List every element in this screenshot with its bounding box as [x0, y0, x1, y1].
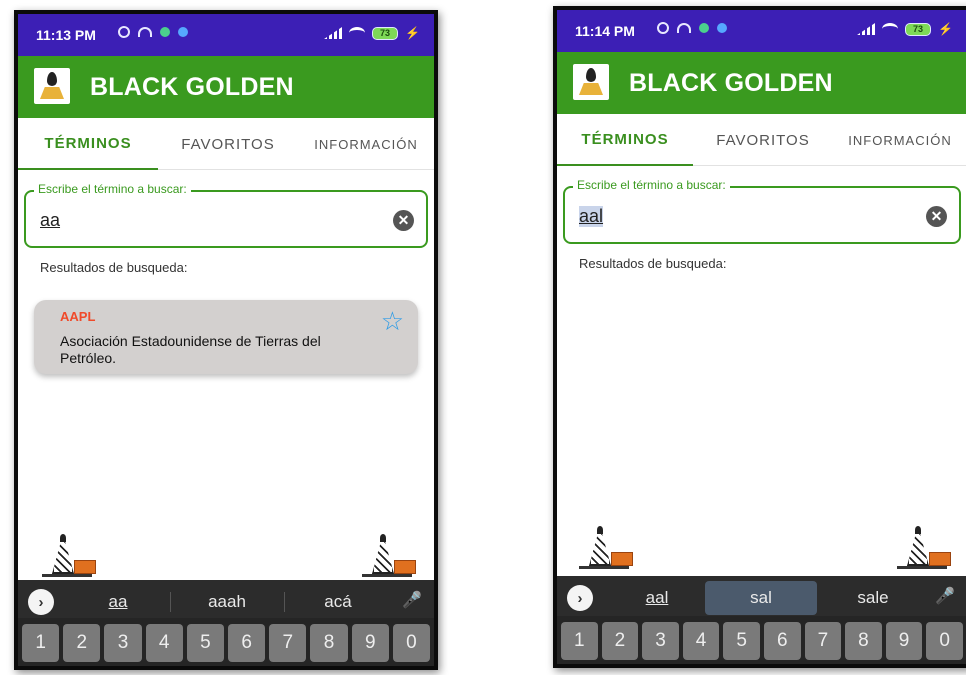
status-time: 11:13 PM: [36, 27, 96, 43]
key[interactable]: 8: [310, 624, 348, 662]
key[interactable]: 3: [104, 624, 142, 662]
result-term: AAPL: [60, 309, 96, 324]
status-time: 11:14 PM: [575, 23, 635, 39]
tab-bar: TÉRMINOS FAVORITOS INFORMACIÓN: [18, 118, 434, 170]
battery-icon: 73: [372, 26, 399, 40]
search-label: Escribe el término a buscar:: [573, 178, 730, 192]
status-bar: 11:14 PM 73 ⚡: [557, 10, 966, 52]
oil-rig-icon: [38, 534, 98, 578]
status-icons: [118, 26, 188, 38]
key[interactable]: 2: [601, 622, 639, 660]
tab-terminos[interactable]: TÉRMINOS: [557, 114, 693, 166]
tab-favoritos[interactable]: FAVORITOS: [693, 114, 833, 166]
keyboard-number-row: 1 2 3 4 5 6 7 8 9 0: [557, 616, 966, 664]
app-notification-icon: [160, 27, 170, 37]
key[interactable]: 3: [642, 622, 679, 660]
key[interactable]: 4: [145, 624, 183, 662]
tab-favoritos[interactable]: FAVORITOS: [158, 118, 298, 170]
app-notification-icon: [717, 23, 727, 33]
search-input[interactable]: aal: [579, 206, 604, 227]
key[interactable]: 1: [561, 622, 598, 660]
key[interactable]: 5: [186, 624, 225, 662]
suggestion-item[interactable]: sale: [821, 576, 925, 620]
key[interactable]: 2: [63, 624, 101, 662]
status-right: 73 ⚡: [857, 22, 953, 36]
phone-screen-left: 11:13 PM 73 ⚡ BLACK GOLDEN TÉRMINOS FAVO…: [14, 10, 438, 670]
tab-informacion[interactable]: INFORMACIÓN: [833, 114, 966, 166]
battery-icon: 73: [905, 22, 932, 36]
key[interactable]: 7: [804, 622, 842, 660]
divider: [170, 592, 171, 612]
key[interactable]: 9: [885, 622, 923, 660]
app-title: BLACK GOLDEN: [629, 69, 833, 97]
microphone-icon[interactable]: 🎤: [402, 590, 422, 610]
status-icons: [657, 22, 727, 34]
status-right: 73 ⚡: [324, 26, 420, 40]
chevron-right-icon[interactable]: ›: [28, 589, 54, 615]
oil-rig-icon: [575, 526, 635, 570]
result-card[interactable]: AAPL Asociación Estadounidense de Tierra…: [34, 300, 418, 374]
chevron-right-icon[interactable]: ›: [567, 585, 593, 611]
phone-screen-right: 11:14 PM 73 ⚡ BLACK GOLDEN TÉRMINOS FAVO…: [553, 6, 966, 668]
search-label: Escribe el término a buscar:: [34, 182, 191, 196]
clear-icon[interactable]: ✕: [926, 206, 947, 227]
oil-gold-logo-icon: [34, 68, 70, 104]
keyboard-suggestion-bar: › aal sal sale 🎤: [557, 576, 966, 620]
oil-rig-icon: [893, 526, 953, 570]
app-bar: BLACK GOLDEN: [557, 52, 966, 114]
favorite-star-icon[interactable]: ☆: [381, 306, 404, 337]
key[interactable]: 8: [845, 622, 882, 660]
results-label: Resultados de busqueda:: [40, 260, 188, 275]
app-bar: BLACK GOLDEN: [18, 56, 434, 118]
app-title: BLACK GOLDEN: [90, 73, 294, 101]
key[interactable]: 0: [392, 624, 431, 662]
search-input[interactable]: aa: [40, 210, 60, 231]
keyboard-number-row: 1 2 3 4 5 6 7 8 9 0: [18, 618, 434, 666]
key[interactable]: 1: [22, 624, 60, 662]
search-field[interactable]: Escribe el término a buscar: aa ✕: [24, 182, 428, 248]
clear-icon[interactable]: ✕: [393, 210, 414, 231]
charging-icon: ⚡: [405, 26, 420, 40]
tab-informacion[interactable]: INFORMACIÓN: [298, 118, 434, 170]
headphones-icon: [677, 23, 691, 33]
headphones-icon: [138, 27, 152, 37]
key[interactable]: 6: [763, 622, 801, 660]
wifi-icon: [349, 27, 366, 39]
alarm-icon: [118, 26, 130, 38]
alarm-icon: [657, 22, 669, 34]
signal-icon: [857, 23, 876, 35]
result-description: Asociación Estadounidense de Tierras del…: [60, 333, 321, 366]
oil-rig-icon: [358, 534, 418, 578]
suggestion-item-highlighted[interactable]: sal: [705, 581, 817, 615]
status-bar: 11:13 PM 73 ⚡: [18, 14, 434, 56]
key[interactable]: 4: [682, 622, 720, 660]
divider: [284, 592, 285, 612]
key[interactable]: 6: [228, 624, 266, 662]
search-field[interactable]: Escribe el término a buscar: aal ✕: [563, 178, 961, 244]
wifi-icon: [882, 23, 899, 35]
results-label: Resultados de busqueda:: [579, 256, 727, 271]
oil-gold-logo-icon: [573, 64, 609, 100]
microphone-icon[interactable]: 🎤: [935, 586, 955, 606]
key[interactable]: 0: [926, 622, 963, 660]
key[interactable]: 9: [351, 624, 389, 662]
charging-icon: ⚡: [938, 22, 953, 36]
signal-icon: [324, 27, 343, 39]
suggestion-item[interactable]: aal: [607, 576, 707, 620]
key[interactable]: 7: [269, 624, 307, 662]
app-notification-icon: [699, 23, 709, 33]
tab-bar: TÉRMINOS FAVORITOS INFORMACIÓN: [557, 114, 966, 166]
key[interactable]: 5: [723, 622, 760, 660]
tab-terminos[interactable]: TÉRMINOS: [18, 118, 158, 170]
app-notification-icon: [178, 27, 188, 37]
